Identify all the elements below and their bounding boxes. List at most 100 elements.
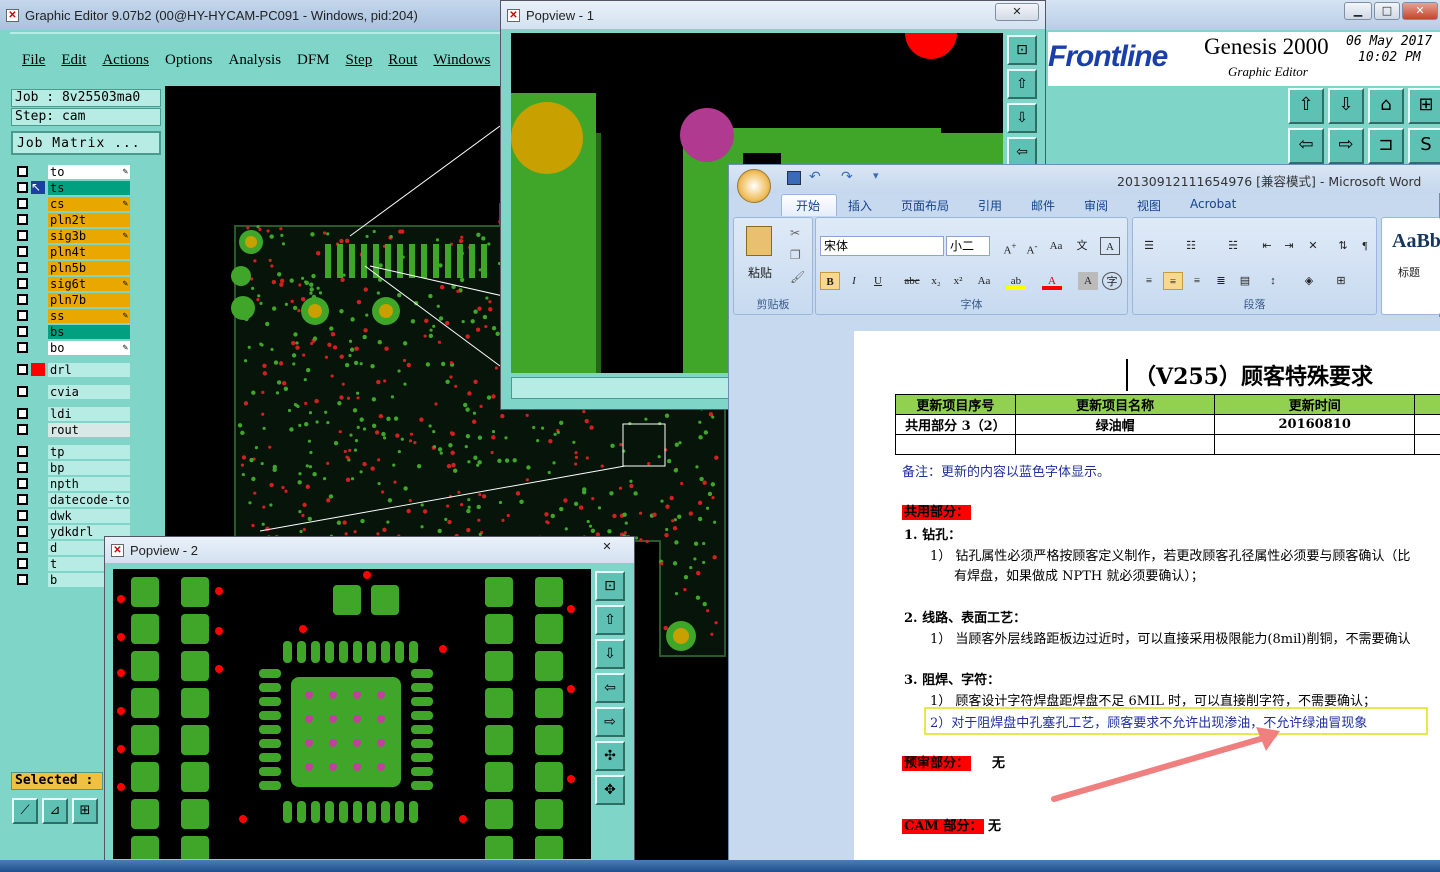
layer-checkbox[interactable] (17, 558, 28, 569)
step-in-icon[interactable]: ⇦ (1288, 128, 1324, 164)
step-down-icon[interactable]: ⇩ (1328, 88, 1364, 124)
zoom-fit-icon[interactable]: ⊡ (595, 571, 625, 601)
menu-rout[interactable]: Rout (388, 52, 417, 69)
layer-name[interactable]: ss ✎ (48, 308, 130, 323)
layer-checkbox[interactable] (17, 294, 28, 305)
bullets-icon[interactable]: ☰ (1139, 237, 1159, 255)
layer-checkbox[interactable] (17, 446, 28, 457)
layer-checkbox[interactable] (17, 214, 28, 225)
redo-icon[interactable]: ↷ (841, 169, 853, 185)
char-border-icon[interactable]: A (1100, 237, 1120, 255)
line-spacing-icon[interactable]: ↕ (1263, 272, 1283, 290)
layer-row[interactable]: ↖ ts (11, 180, 143, 195)
layer-row[interactable]: bp (11, 460, 143, 475)
layer-name[interactable]: drl (48, 362, 130, 377)
layer-name[interactable]: datecode-to (48, 492, 130, 507)
zoom-mode-icon[interactable]: ⟋ (12, 798, 38, 824)
zoom-in-icon[interactable]: ✣ (595, 741, 625, 771)
font-color-icon[interactable]: A (1042, 272, 1062, 290)
layer-checkbox[interactable] (17, 510, 28, 521)
zoom-fit-icon[interactable]: ⊡ (1007, 35, 1037, 65)
layer-name[interactable]: tp (48, 444, 130, 459)
sort-icon[interactable]: ⇅ (1333, 237, 1353, 255)
pan-up-icon[interactable]: ⇧ (1007, 69, 1037, 99)
layer-checkbox[interactable] (17, 478, 28, 489)
tab-insert[interactable]: 插入 (848, 197, 872, 214)
layer-name[interactable]: pln2t (48, 212, 130, 227)
align-right-icon[interactable]: ≡ (1187, 272, 1207, 290)
align-center-icon[interactable]: ≡ (1163, 272, 1183, 290)
layer-checkbox[interactable] (17, 182, 28, 193)
layer-row[interactable]: rout (11, 422, 143, 437)
layer-row[interactable]: bo ✎ (11, 340, 143, 355)
layer-row[interactable]: cs ✎ (11, 196, 143, 211)
font-name-field[interactable]: 宋体 (820, 236, 944, 256)
menu-file[interactable]: File (22, 52, 45, 69)
menu-analysis[interactable]: Analysis (229, 52, 282, 69)
rout-icon[interactable]: ⊐ (1368, 128, 1404, 164)
grid-view-icon[interactable]: ⊞ (1408, 88, 1440, 124)
popview-1-close[interactable]: ✕ (995, 3, 1039, 21)
layer-name[interactable]: cs ✎ (48, 196, 130, 211)
tab-mailings[interactable]: 邮件 (1031, 197, 1055, 214)
layer-checkbox[interactable] (17, 526, 28, 537)
layer-name[interactable]: to ✎ (48, 164, 130, 179)
layer-name[interactable]: rout (48, 422, 130, 437)
pan-right-icon[interactable]: ⇨ (595, 707, 625, 737)
pan-down-icon[interactable]: ⇩ (1007, 103, 1037, 133)
layer-name[interactable]: npth (48, 476, 130, 491)
clear-format-icon[interactable]: Aa (1046, 237, 1066, 255)
menu-dfm[interactable]: DFM (297, 52, 330, 69)
enclose-char-icon[interactable]: 字 (1102, 272, 1122, 290)
distribute-icon[interactable]: ▤ (1235, 272, 1255, 290)
pan-left-icon[interactable]: ⇦ (1007, 137, 1037, 167)
layer-row[interactable]: cvia (11, 384, 143, 399)
layer-checkbox[interactable] (17, 386, 28, 397)
paste-label[interactable]: 粘贴 (748, 264, 772, 281)
document-page[interactable]: （V255）顾客特殊要求 更新项目序号 更新项目名称 更新时间 共用部分 3（2… (854, 331, 1440, 872)
format-painter-icon[interactable]: 🖌 (790, 270, 805, 284)
pan-down-icon[interactable]: ⇩ (595, 639, 625, 669)
step-up-icon[interactable]: ⇧ (1288, 88, 1324, 124)
menu-step[interactable]: Step (346, 52, 373, 69)
path-icon[interactable]: S (1408, 128, 1440, 164)
layer-checkbox[interactable] (17, 262, 28, 273)
save-icon[interactable] (787, 171, 801, 185)
layer-name[interactable]: ldi (48, 406, 130, 421)
job-matrix-button[interactable]: Job Matrix ... (11, 131, 161, 155)
layer-name[interactable]: sig6t ✎ (48, 276, 130, 291)
layer-checkbox[interactable] (17, 462, 28, 473)
show-marks-icon[interactable]: ¶ (1355, 237, 1375, 255)
menu-windows[interactable]: Windows (433, 52, 490, 69)
layer-checkbox[interactable] (17, 326, 28, 337)
customize-qat-icon[interactable]: ▾ (873, 169, 879, 182)
tab-layout[interactable]: 页面布局 (901, 197, 949, 214)
layer-row[interactable]: tp (11, 444, 143, 459)
layer-row[interactable]: pln2t (11, 212, 143, 227)
popview-2-close[interactable]: ✕ (593, 539, 621, 557)
menu-actions[interactable]: Actions (102, 52, 149, 69)
justify-icon[interactable]: ≣ (1211, 272, 1231, 290)
layer-name[interactable]: pln4t (48, 244, 130, 259)
increase-indent-icon[interactable]: ⇥ (1279, 237, 1299, 255)
tab-home[interactable]: 开始 (796, 197, 820, 214)
paste-icon[interactable] (746, 226, 772, 256)
layer-checkbox[interactable] (17, 542, 28, 553)
layer-row[interactable]: ss ✎ (11, 308, 143, 323)
tab-review[interactable]: 审阅 (1084, 197, 1108, 214)
layer-checkbox[interactable] (17, 342, 28, 353)
menu-options[interactable]: Options (165, 52, 213, 69)
layer-checkbox[interactable] (17, 278, 28, 289)
strikethrough-icon[interactable]: abc (902, 272, 922, 290)
char-shading-icon[interactable]: A (1078, 272, 1098, 290)
layer-row[interactable]: to ✎ (11, 164, 143, 179)
popview-2-titlebar[interactable]: ✕ Popview - 2 (105, 537, 634, 563)
layer-row[interactable]: dwk (11, 508, 143, 523)
layer-checkbox[interactable] (17, 198, 28, 209)
layer-row[interactable]: drl (11, 362, 143, 377)
layer-row[interactable]: pln7b (11, 292, 143, 307)
office-button[interactable] (737, 169, 771, 203)
style-preview[interactable]: AaBb (1392, 230, 1440, 253)
layer-row[interactable]: pln5b (11, 260, 143, 275)
layer-row[interactable]: ldi (11, 406, 143, 421)
